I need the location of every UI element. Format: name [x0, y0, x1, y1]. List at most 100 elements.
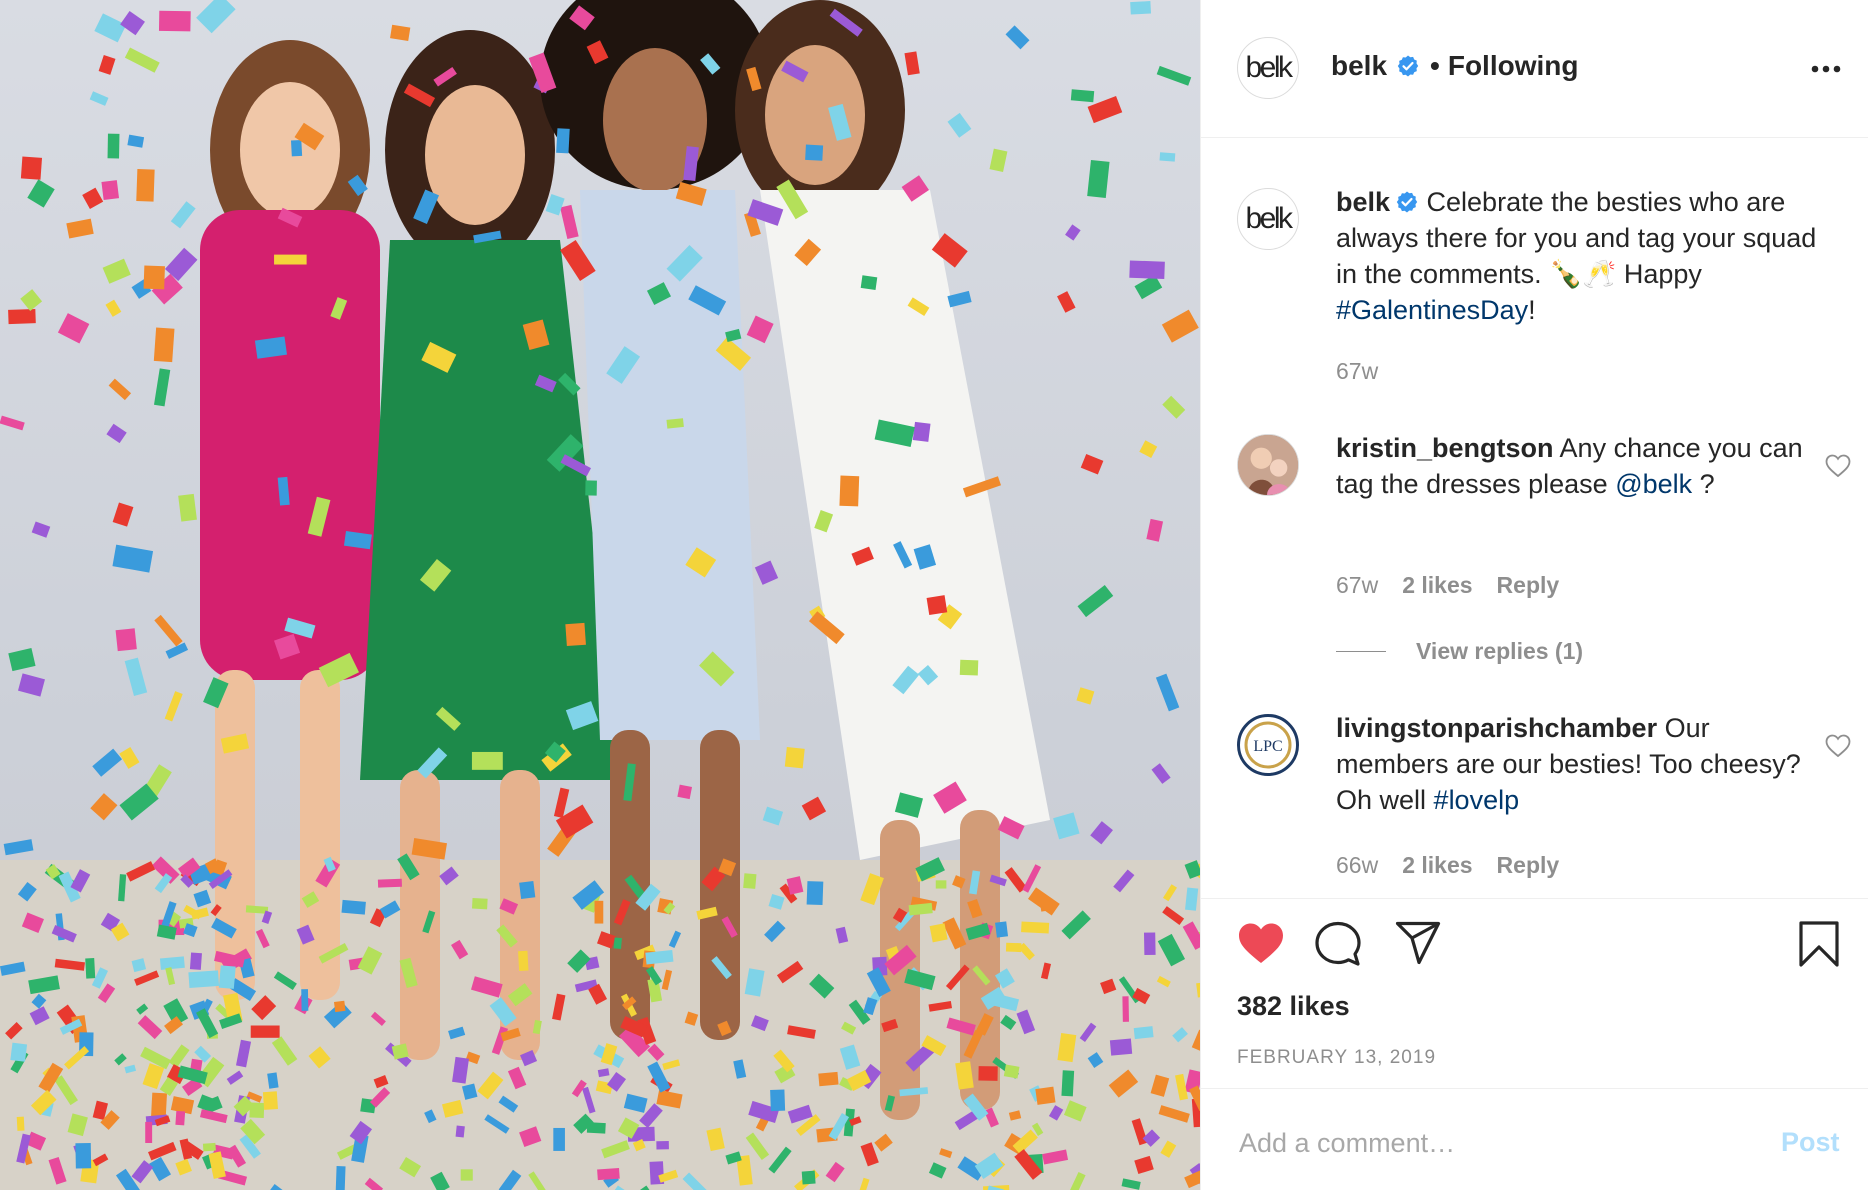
confetti-piece: [102, 258, 131, 284]
comments-list[interactable]: belk belk Celebrate the besties who are …: [1201, 138, 1868, 898]
confetti-piece: [1155, 673, 1180, 712]
commenter-avatar[interactable]: LPC: [1237, 714, 1299, 776]
comment-timestamp[interactable]: 66w: [1336, 852, 1378, 879]
comment-likes[interactable]: 2 likes: [1402, 572, 1472, 599]
confetti-piece: [101, 180, 120, 201]
confetti-piece: [754, 560, 779, 585]
caption-avatar[interactable]: belk: [1237, 188, 1299, 250]
reply-button[interactable]: Reply: [1497, 852, 1560, 879]
bookmark-icon[interactable]: [1799, 921, 1839, 967]
confetti-piece: [120, 10, 145, 36]
caption-username[interactable]: belk: [1336, 187, 1390, 217]
confetti-floor-piece: [656, 1141, 669, 1150]
confetti-floor-piece: [202, 1142, 216, 1152]
confetti-piece: [8, 308, 36, 325]
confetti-piece: [31, 521, 51, 538]
confetti-piece: [553, 787, 570, 819]
confetti-piece: [390, 24, 411, 41]
post-button[interactable]: Post: [1781, 1127, 1840, 1158]
confetti-floor-piece: [377, 878, 402, 888]
account-avatar[interactable]: belk: [1237, 37, 1299, 99]
comment-hashtag-link[interactable]: #lovelp: [1434, 785, 1520, 815]
confetti-piece: [805, 144, 824, 161]
comment-bubble-icon[interactable]: [1315, 921, 1361, 967]
confetti-piece: [1162, 395, 1186, 419]
confetti-floor-piece: [262, 1091, 278, 1110]
caption-hashtag-link[interactable]: #GalentinesDay: [1336, 295, 1528, 325]
confetti-floor-piece: [1122, 996, 1129, 1022]
more-options-button[interactable]: [1803, 55, 1849, 83]
comment-likes[interactable]: 2 likes: [1402, 852, 1472, 879]
confetti-piece: [106, 423, 127, 444]
comment-username[interactable]: livingstonparishchamber: [1336, 713, 1657, 743]
mention-link[interactable]: @belk: [1615, 469, 1692, 499]
like-comment-heart-icon[interactable]: [1825, 734, 1851, 758]
confetti-floor-piece: [301, 989, 309, 1011]
confetti-piece: [666, 418, 684, 429]
post-side-panel: belk belk • Following belk belk Celebrat…: [1200, 0, 1868, 1190]
confetti-floor-piece: [334, 1000, 346, 1013]
confetti-piece: [20, 289, 43, 311]
confetti-piece: [89, 91, 109, 106]
confetti-floor-piece: [743, 873, 757, 889]
confetti-piece: [8, 647, 36, 672]
post-date: FEBRUARY 13, 2019: [1237, 1047, 1437, 1068]
more-horizontal-icon: [1811, 65, 1841, 73]
confetti-floor-piece: [341, 899, 366, 915]
following-button[interactable]: Following: [1448, 50, 1579, 82]
confetti-floor-piece: [806, 881, 824, 906]
confetti-floor-piece: [75, 1143, 92, 1169]
heart-filled-icon[interactable]: [1237, 921, 1285, 965]
confetti-piece: [1151, 763, 1171, 784]
caption-timestamp[interactable]: 67w: [1336, 358, 1378, 385]
confetti-piece: [1077, 584, 1114, 618]
verified-badge-icon: [1397, 55, 1419, 77]
confetti-floor-piece: [1185, 887, 1199, 911]
like-comment-heart-icon[interactable]: [1825, 454, 1851, 478]
confetti-piece: [119, 746, 140, 769]
likes-count[interactable]: 382 likes: [1237, 991, 1350, 1022]
confetti-floor-piece: [613, 937, 622, 950]
instagram-post-view: belk belk • Following belk belk Celebrat…: [0, 0, 1868, 1190]
confetti-piece: [801, 796, 827, 821]
confetti-piece: [115, 628, 137, 652]
confetti-piece: [66, 218, 94, 239]
commenter-avatar[interactable]: [1237, 434, 1299, 496]
paper-plane-icon[interactable]: [1395, 921, 1441, 965]
confetti-piece: [105, 299, 122, 317]
confetti-piece: [290, 140, 303, 157]
confetti-piece: [926, 595, 948, 616]
confetti-piece: [1090, 821, 1113, 845]
confetti-piece: [92, 748, 123, 777]
verified-badge-icon: [1396, 191, 1418, 213]
confetti-piece: [1139, 440, 1158, 459]
confetti-piece: [154, 614, 183, 647]
confetti-piece: [1076, 687, 1095, 705]
confetti-floor-piece: [553, 1127, 565, 1151]
confetti-piece: [585, 480, 597, 496]
confetti-piece: [0, 415, 25, 431]
header-username[interactable]: belk: [1331, 50, 1387, 82]
confetti-piece: [107, 133, 120, 159]
reply-button[interactable]: Reply: [1497, 572, 1560, 599]
comment-meta: 67w 2 likes Reply: [1336, 572, 1559, 599]
post-header: belk belk • Following: [1201, 0, 1868, 138]
confetti-piece: [959, 659, 979, 676]
lpc-logo-avatar: LPC: [1241, 718, 1295, 772]
confetti-piece: [912, 421, 931, 442]
confetti-piece: [1065, 224, 1081, 241]
comment-username[interactable]: kristin_bengtson: [1336, 433, 1554, 463]
confetti-floor-piece: [159, 956, 185, 970]
confetti-piece: [784, 746, 805, 769]
confetti-piece: [196, 0, 236, 34]
confetti-piece: [112, 502, 134, 527]
comment-input[interactable]: [1237, 1117, 1741, 1169]
confetti-piece: [143, 265, 165, 290]
confetti-piece: [989, 148, 1008, 173]
confetti-floor-piece: [1143, 932, 1156, 956]
confetti-piece: [860, 275, 878, 290]
comment-timestamp[interactable]: 67w: [1336, 572, 1378, 599]
view-replies-button[interactable]: View replies (1): [1336, 638, 1583, 665]
post-photo[interactable]: [0, 0, 1200, 1190]
confetti-floor-piece: [818, 1071, 839, 1087]
